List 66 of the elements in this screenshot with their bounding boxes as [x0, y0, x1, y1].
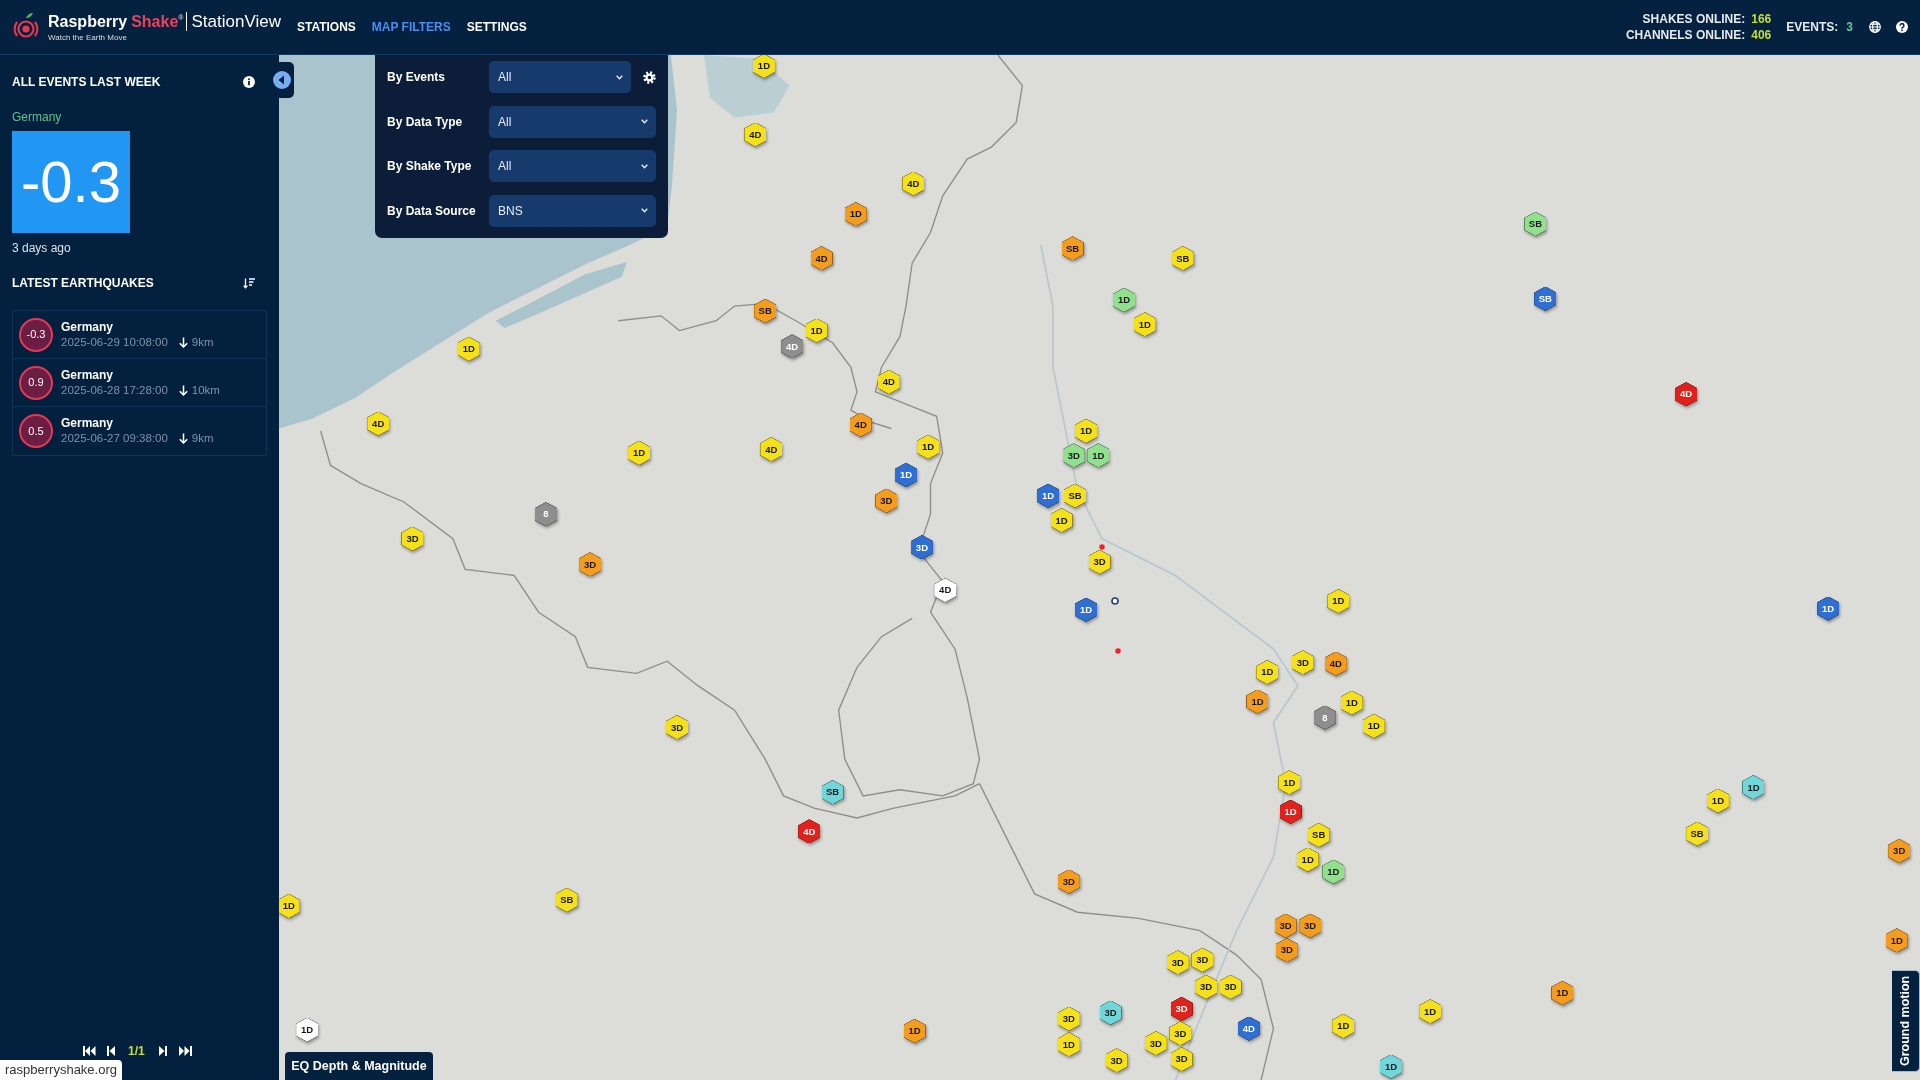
earthquake-item[interactable]: 0.5 Germany 2025-06-27 09:38:00 9km: [13, 407, 266, 455]
ground-motion-tab[interactable]: Ground motion: [1892, 970, 1920, 1072]
event-dot-icon[interactable]: [1098, 543, 1106, 551]
region-name: Germany: [61, 367, 115, 383]
stat-value: 406: [1751, 27, 1772, 43]
magnitude-badge: 0.9: [19, 365, 53, 400]
magnitude-badge: -0.3: [19, 317, 53, 352]
filter-dropdown[interactable]: All: [489, 105, 656, 138]
circle-arrow-left-icon: [273, 71, 291, 89]
sort-icon[interactable]: [243, 277, 255, 289]
stat-label: SHAKES ONLINE:: [1641, 11, 1746, 27]
nav-tab[interactable]: SETTINGS: [466, 18, 527, 36]
collapse-button[interactable]: [270, 62, 294, 98]
first-page-icon[interactable]: [83, 1046, 96, 1056]
magnitude-tile: -0.3: [12, 131, 130, 233]
region-label: Germany: [12, 109, 63, 125]
tagline: Watch the Earth Move: [48, 32, 128, 43]
depth-value: 9km: [191, 334, 214, 350]
previous-page-icon[interactable]: [107, 1046, 115, 1056]
arrow-down-icon: [178, 384, 188, 396]
arrow-down-icon: [178, 433, 188, 444]
event-ring-icon[interactable]: [1111, 597, 1120, 606]
depth-magnitude-button[interactable]: EQ Depth & Magnitude: [285, 1052, 433, 1080]
globe-icon[interactable]: [1869, 21, 1881, 33]
region-name: Germany: [61, 416, 115, 431]
region-name: Germany: [61, 319, 115, 335]
last-page-icon[interactable]: [178, 1046, 192, 1056]
stat-label: CHANNELS ONLINE:: [1625, 27, 1746, 43]
filter-label: By Data Type: [387, 113, 464, 131]
depth-value: 10km: [191, 382, 220, 398]
time-ago: 3 days ago: [12, 240, 72, 256]
section-title: LATEST EARTHQUAKES: [12, 275, 154, 291]
chevron-down-icon: [641, 163, 648, 169]
chevron-down-icon: [616, 74, 624, 80]
filter-dropdown[interactable]: BNS: [489, 194, 656, 227]
settings-icon[interactable]: [643, 70, 656, 84]
filter-label: By Events: [387, 69, 447, 86]
chevron-down-icon: [641, 208, 648, 213]
filter-dropdown[interactable]: All: [489, 61, 632, 93]
brand-name-accent: Shake$^{®}$: [131, 11, 184, 31]
section-title: ALL EVENTS LAST WEEK: [12, 74, 161, 90]
info-icon[interactable]: [243, 76, 255, 88]
event-dot-icon[interactable]: [1114, 647, 1122, 655]
nav-tab[interactable]: STATIONS: [296, 18, 356, 36]
help-icon[interactable]: [1896, 21, 1908, 33]
event-time: 2025-06-28 17:28:00: [61, 382, 168, 398]
event-time: 2025-06-29 10:08:00: [61, 334, 168, 350]
magnitude-badge: 0.5: [19, 414, 53, 448]
earthquake-item[interactable]: -0.3 Germany 2025-06-29 10:08:00 9km: [13, 311, 266, 359]
arrow-down-icon: [178, 336, 188, 348]
next-page-icon[interactable]: [158, 1046, 167, 1056]
page-indicator: 1/1: [128, 1043, 145, 1060]
brand-name: Raspberry: [48, 11, 128, 31]
filter-label: By Data Source: [387, 202, 477, 220]
events-label: EVENTS:: [1786, 19, 1839, 36]
stat-value: 166: [1751, 11, 1772, 27]
nav-tab[interactable]: MAP FILTERS: [371, 18, 451, 36]
events-count: 3: [1846, 19, 1853, 36]
filter-label: By Shake Type: [387, 158, 473, 175]
product-name: StationView: [186, 11, 281, 31]
filter-dropdown[interactable]: All: [489, 150, 656, 182]
site-link[interactable]: raspberryshake.org: [0, 1060, 122, 1080]
earthquake-item[interactable]: 0.9 Germany 2025-06-28 17:28:00 10km: [13, 359, 266, 407]
event-time: 2025-06-27 09:38:00: [61, 431, 168, 446]
chevron-down-icon: [641, 119, 648, 124]
depth-value: 9km: [191, 431, 214, 446]
